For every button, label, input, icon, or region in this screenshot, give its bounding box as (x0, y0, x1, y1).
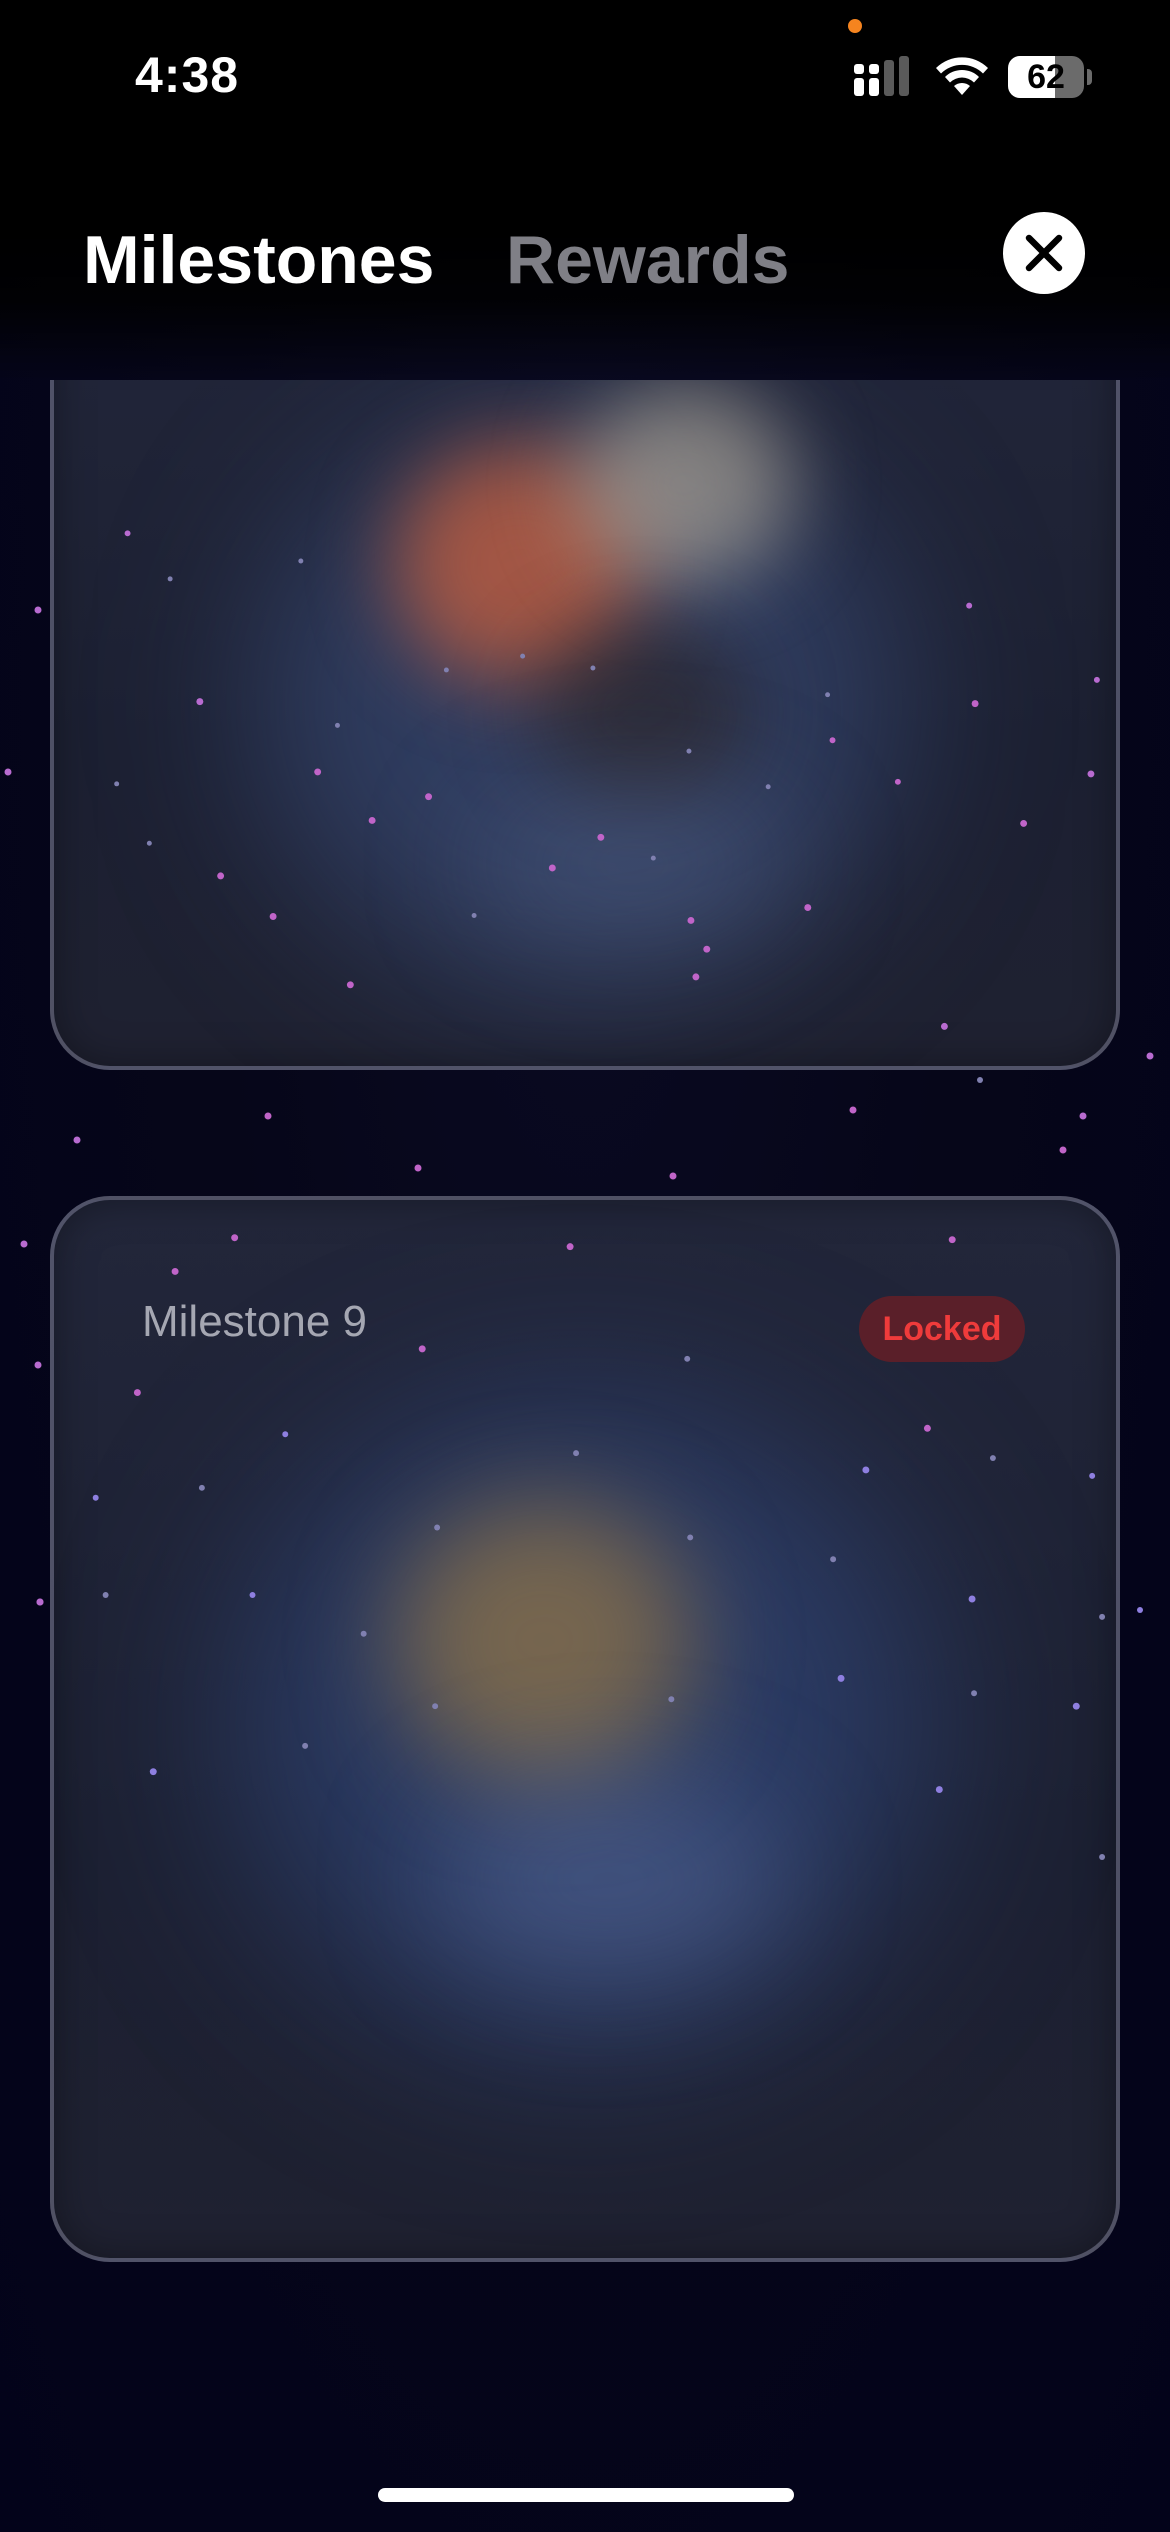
privacy-indicator-dot (848, 19, 862, 33)
wifi-icon (936, 57, 988, 95)
milestone-card[interactable]: Milestone 9 Locked (50, 1196, 1120, 2262)
battery-icon: 62 (1008, 56, 1092, 98)
status-time: 4:38 (135, 47, 240, 103)
battery-cap (1087, 69, 1092, 85)
card-starfield (114, 530, 1100, 1030)
status-bar: 4:38 62 (0, 0, 1170, 150)
signal-icon (854, 56, 909, 96)
milestones-list[interactable]: Milestone 9 Locked (0, 380, 1170, 2532)
close-button[interactable] (1003, 212, 1085, 294)
header: Milestones Rewards (0, 190, 1170, 330)
close-icon (1025, 234, 1063, 272)
tab-milestones[interactable]: Milestones (83, 220, 434, 300)
home-indicator[interactable] (378, 2488, 794, 2502)
battery-level: 62 (1027, 58, 1065, 96)
milestone-title: Milestone 9 (142, 1297, 368, 1346)
milestone-card[interactable] (50, 380, 1120, 1070)
locked-status-badge: Locked (859, 1296, 1025, 1362)
tab-rewards[interactable]: Rewards (506, 220, 789, 300)
